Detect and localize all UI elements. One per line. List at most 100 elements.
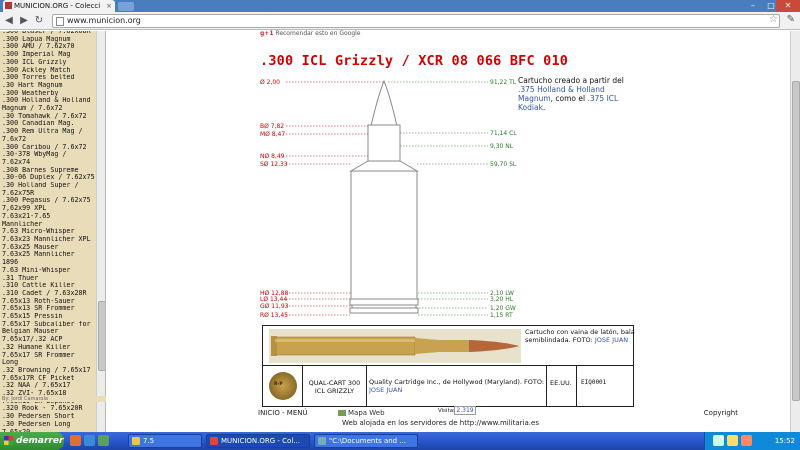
sidebar-caliber-item[interactable]: .300 Holland & Holland bbox=[2, 97, 105, 105]
tray-security-icon[interactable] bbox=[741, 435, 752, 446]
quicklaunch-ie-icon[interactable] bbox=[84, 435, 95, 446]
desc-prefix: Cartucho creado a partir del bbox=[518, 76, 624, 85]
sidebar-credit: By: Jordi Camarola bbox=[0, 396, 106, 402]
sidebar-caliber-item[interactable]: .30 Tomahawk / 7.6x72 bbox=[2, 113, 105, 121]
sidebar-scroll-thumb[interactable] bbox=[98, 301, 105, 371]
sidebar-caliber-item[interactable]: .30 Hart Magnum bbox=[2, 82, 105, 90]
sidebar-caliber-item[interactable]: .30 Pedersen Long bbox=[2, 421, 105, 429]
sidebar-caliber-item[interactable]: 7.62x75R bbox=[2, 190, 105, 198]
menu-link[interactable]: INICIO - MENÚ bbox=[258, 409, 308, 417]
sidebar-caliber-item[interactable]: 7.65x17R CF Picket bbox=[2, 375, 105, 383]
sidebar-caliber-item[interactable]: 1896 bbox=[2, 259, 105, 267]
site-map-link[interactable]: Mapa Web bbox=[338, 409, 385, 417]
quicklaunch-firefox-icon[interactable] bbox=[70, 435, 81, 446]
maker-desc-author[interactable]: JOSE JUAN bbox=[369, 386, 402, 394]
reload-icon[interactable]: ↻ bbox=[33, 15, 45, 27]
sidebar-caliber-item[interactable]: 7.63x25 Mannlicher bbox=[2, 251, 105, 259]
photo-row: Cartucho con vaina de latón, bala semibl… bbox=[263, 326, 635, 366]
sidebar-caliber-item[interactable]: 7.65x15 Pressin bbox=[2, 313, 105, 321]
country-cell: EE.UU. bbox=[547, 366, 577, 406]
tray-volume-icon[interactable] bbox=[727, 435, 738, 446]
sidebar-caliber-item[interactable]: Magnum / 7.6x72 bbox=[2, 105, 105, 113]
task-explorer[interactable]: "C:\Documents and ... bbox=[314, 434, 418, 448]
sidebar-caliber-item[interactable]: .300 Canadian Mag. bbox=[2, 120, 105, 128]
sidebar-caliber-item[interactable]: .32 NAA / 7.65x17 bbox=[2, 382, 105, 390]
sidebar-caliber-item[interactable]: .300 Weatherby bbox=[2, 90, 105, 98]
sidebar-caliber-item[interactable]: 7.65x17 SR Frommer bbox=[2, 352, 105, 360]
right-dimension-label: 1,15 RT bbox=[490, 312, 513, 319]
sidebar-caliber-item[interactable]: .300 Caribou / 7.6x72 bbox=[2, 144, 105, 152]
sidebar-caliber-item[interactable]: .310 Cattle Killer bbox=[2, 282, 105, 290]
wrench-menu-icon[interactable]: ✎ bbox=[787, 15, 795, 25]
sidebar-caliber-item[interactable]: .310 Cadet / 7.63x28R bbox=[2, 290, 105, 298]
caliber-list: .300 Blaser / 7.62x68R .300 Lapua Magnum.… bbox=[0, 31, 105, 432]
sidebar-caliber-item[interactable]: .300 Rem Ultra Mag / bbox=[2, 128, 105, 136]
quicklaunch-desktop-icon[interactable] bbox=[98, 435, 109, 446]
sidebar-caliber-item[interactable]: 7.63 Micro-Whisper bbox=[2, 228, 105, 236]
sidebar-caliber-item[interactable]: 7.65x13 SR Frommer bbox=[2, 305, 105, 313]
page-scrollbar[interactable] bbox=[790, 31, 800, 432]
photo-caption-author[interactable]: JOSE JUAN bbox=[595, 336, 628, 344]
folder-icon bbox=[132, 437, 140, 445]
sidebar-caliber-item[interactable]: .31 Thuer bbox=[2, 275, 105, 283]
sidebar-caliber-item[interactable]: 7.63x25 Mauser bbox=[2, 244, 105, 252]
sidebar-caliber-item[interactable]: .32 Browning / 7.65x17 bbox=[2, 367, 105, 375]
content-panel: g+1 Recomendar esto en Google .300 ICL G… bbox=[258, 30, 738, 432]
sidebar-caliber-item[interactable]: 7.63 Mini-Whisper bbox=[2, 267, 105, 275]
sidebar-caliber-item[interactable]: 7.63x21-7.65 bbox=[2, 213, 105, 221]
tab-close-icon[interactable]: × bbox=[106, 0, 112, 12]
sidebar-caliber-item[interactable]: Belgian Mauser bbox=[2, 328, 105, 336]
left-dimension-label: MØ 8,47 bbox=[260, 131, 285, 138]
task-chrome[interactable]: MUNICION.ORG - Col... bbox=[206, 434, 310, 448]
sidebar-caliber-item[interactable]: 7.65x17/.32 ACP bbox=[2, 336, 105, 344]
browser-tab[interactable]: MUNICION.ORG - Colecci × bbox=[3, 0, 115, 12]
bookmark-star-icon[interactable]: ☆ bbox=[769, 15, 778, 25]
cartridge-photo[interactable] bbox=[269, 329, 521, 363]
case-belt bbox=[349, 298, 419, 306]
hosting-note[interactable]: Web alojada en los servidores de http://… bbox=[342, 419, 539, 427]
sidebar-caliber-item[interactable]: .30-06 Duplex / 7.62x75 bbox=[2, 174, 105, 182]
left-dimension-label: SØ 12,33 bbox=[260, 161, 288, 168]
page-icon bbox=[56, 17, 64, 26]
sidebar-scrollbar[interactable] bbox=[96, 31, 105, 432]
sidebar-caliber-item[interactable]: .308 Barnes Supreme bbox=[2, 167, 105, 175]
new-tab-button[interactable] bbox=[118, 2, 134, 11]
left-dimension-label: RØ 13,45 bbox=[260, 312, 288, 319]
sidebar-caliber-item[interactable]: .30 Pedersen Short bbox=[2, 413, 105, 421]
left-dimension-label: GØ 11,93 bbox=[260, 303, 289, 310]
sidebar-caliber-item[interactable]: 7.6x72 bbox=[2, 136, 105, 144]
back-icon[interactable]: ◀ bbox=[3, 15, 15, 27]
sidebar-caliber-item[interactable]: 7,62x99 XPL bbox=[2, 205, 105, 213]
sidebar-caliber-item[interactable]: .300 Lapua Magnum bbox=[2, 36, 105, 44]
sidebar-caliber-item[interactable]: .300 Torres belted bbox=[2, 74, 105, 82]
sidebar-caliber-item[interactable]: .300 Pegasus / 7.62x75 bbox=[2, 197, 105, 205]
right-dimension-label: 9,30 NL bbox=[490, 143, 514, 150]
window-close-icon[interactable]: ✕ bbox=[776, 0, 800, 12]
forward-icon[interactable]: ▶ bbox=[18, 15, 30, 27]
main-area: g+1 Recomendar esto en Google .300 ICL G… bbox=[106, 30, 790, 432]
case-neck bbox=[367, 124, 401, 162]
minimize-icon[interactable]: – bbox=[744, 0, 762, 12]
sidebar-caliber-item[interactable]: Long bbox=[2, 359, 105, 367]
page-scroll-thumb[interactable] bbox=[792, 81, 800, 401]
tray-network-icon[interactable] bbox=[713, 435, 724, 446]
sidebar-caliber-item[interactable]: 7.63x23 Mannlicher XPL bbox=[2, 236, 105, 244]
sidebar-caliber-item[interactable]: .300 ICL Grizzly bbox=[2, 59, 105, 67]
sidebar-caliber-item[interactable]: 7.62x74 bbox=[2, 159, 105, 167]
cartridge-description: Cartucho creado a partir del .375 Hollan… bbox=[518, 76, 630, 112]
sidebar-caliber-item[interactable]: .300 Imperial Mag bbox=[2, 51, 105, 59]
sidebar-caliber-item[interactable]: .320 Rook - 7.65x20R bbox=[2, 405, 105, 413]
windows-logo-icon bbox=[4, 436, 13, 445]
url-input[interactable]: www.municion.org bbox=[52, 14, 780, 28]
task-folder[interactable]: 7.5 bbox=[128, 434, 202, 448]
sidebar-caliber-item[interactable]: Mannlicher bbox=[2, 221, 105, 229]
sidebar-caliber-item[interactable]: .30 Holland Super / bbox=[2, 182, 105, 190]
sidebar-caliber-item[interactable]: .30-378 WbyMag / bbox=[2, 151, 105, 159]
copyright-link[interactable]: Copyright bbox=[704, 409, 738, 417]
sidebar-caliber-item[interactable]: .32 Humane Killer bbox=[2, 344, 105, 352]
sidebar-caliber-item[interactable]: .300 Ackley Match bbox=[2, 67, 105, 75]
sidebar-caliber-item[interactable]: 7.65x13 Roth-Sauer bbox=[2, 298, 105, 306]
start-button[interactable]: demarrer bbox=[0, 432, 64, 450]
sidebar-caliber-item[interactable]: 7.65x17 Subcaliber for bbox=[2, 321, 105, 329]
sidebar-caliber-item[interactable]: .300 AMU / 7.62x70 bbox=[2, 43, 105, 51]
